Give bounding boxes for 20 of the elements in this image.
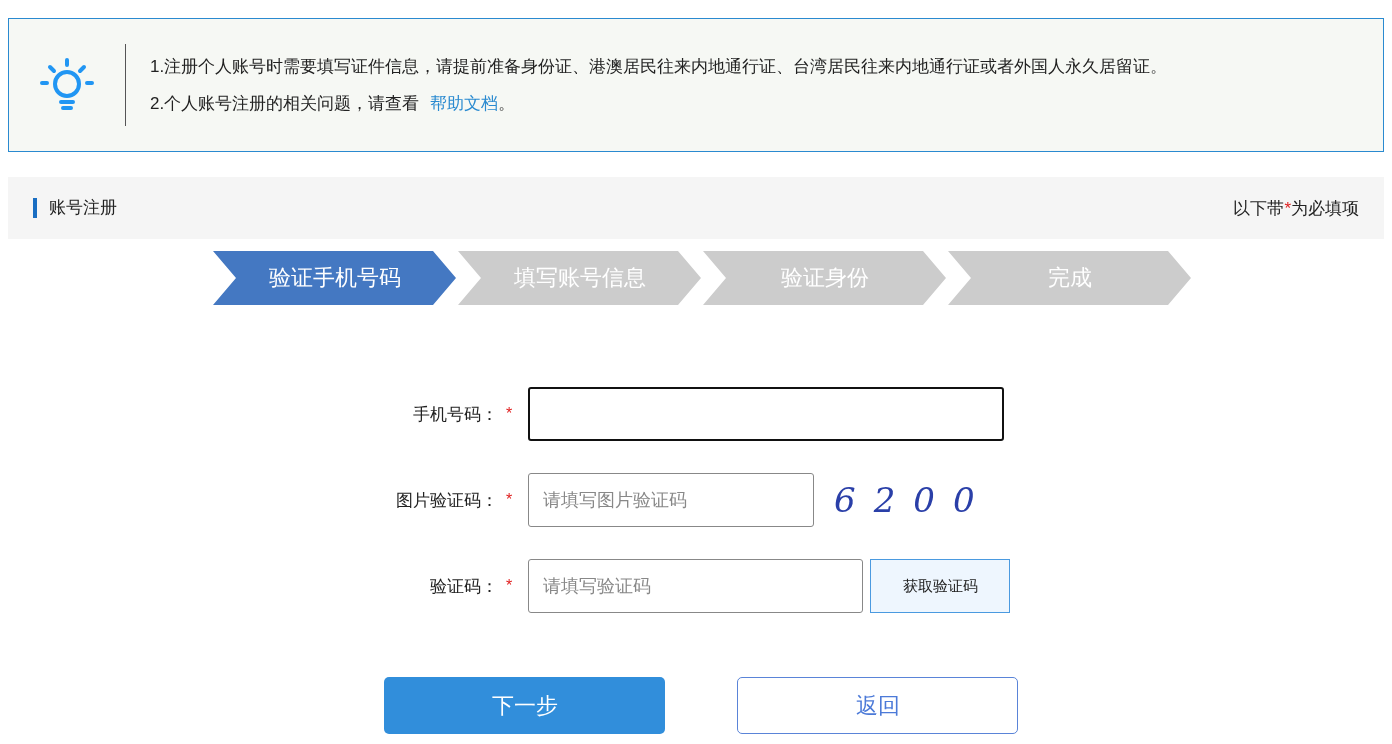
required-note: 以下带*为必填项: [1233, 197, 1359, 220]
input-field[interactable]: 请填写验证码: [528, 559, 863, 613]
required-mark: *: [505, 491, 514, 509]
step-indicator: 验证手机号码: [213, 251, 456, 305]
notice-text: 2.个人账号注册的相关问题，请查看 帮助文档。: [150, 93, 516, 115]
back-button[interactable]: 返回: [737, 677, 1018, 734]
required-mark: *: [505, 577, 514, 595]
get-code-button[interactable]: 获取验证码: [870, 559, 1010, 613]
field-label: 图片验证码：: [395, 489, 498, 512]
notice-text: 1.注册个人账号时需要填写证件信息，请提前准备身份证、港澳居民往来内地通行证、台湾居民往来内地通行证或者外国人永久居留证。: [150, 56, 1168, 78]
input-field[interactable]: [528, 387, 1004, 441]
help-link[interactable]: 帮助文档: [429, 94, 498, 113]
input-field[interactable]: 请填写图片验证码: [528, 473, 814, 527]
field-label: 验证码：: [429, 575, 498, 598]
field-label: 手机号码：: [412, 403, 498, 426]
captcha-image[interactable]: 6200: [834, 480, 993, 520]
lightbulb-icon: [39, 57, 95, 113]
next-button[interactable]: 下一步: [384, 677, 665, 734]
section-title: 账号注册: [33, 198, 117, 218]
required-mark: *: [505, 405, 514, 423]
